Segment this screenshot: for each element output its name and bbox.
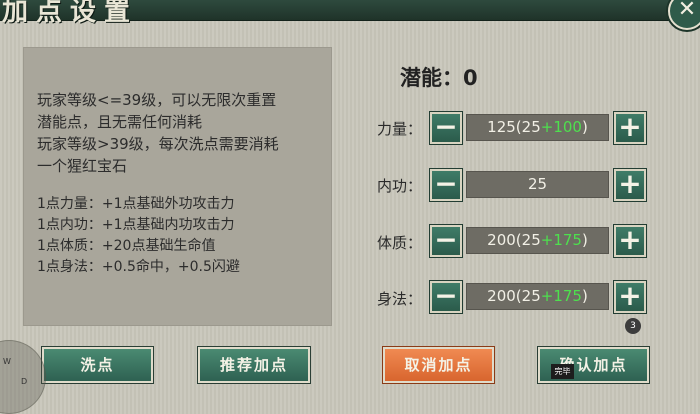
- toast-label: 完毕: [551, 364, 574, 379]
- strength-value: 125(25+100): [466, 114, 609, 141]
- agility-value: 200(25+175): [466, 283, 609, 310]
- strength-minus-button[interactable]: −: [430, 112, 462, 144]
- close-icon: ✕: [677, 0, 697, 22]
- plus-icon: +: [618, 223, 642, 256]
- close-button[interactable]: ✕: [668, 0, 700, 30]
- agility-plus-button[interactable]: +: [614, 281, 646, 313]
- plus-icon: +: [618, 110, 642, 143]
- potential-display: 潜能：0: [400, 62, 478, 92]
- window-title: 加点设置: [2, 0, 139, 27]
- minus-icon: −: [434, 279, 458, 312]
- agility-close: ): [581, 287, 588, 305]
- inner-base: 25: [527, 175, 548, 193]
- info-line: 玩家等级>39级，每次洗点需要消耗: [37, 135, 279, 153]
- info-line: 一个猩红宝石: [37, 157, 128, 175]
- constitution-base: 200(25: [487, 231, 541, 249]
- minus-icon: −: [434, 223, 458, 256]
- info-line: 1点力量：+1点基础外功攻击力: [37, 196, 235, 212]
- inner-minus-button[interactable]: −: [430, 169, 462, 201]
- info-line: 玩家等级<=39级，可以无限次重置: [37, 91, 277, 109]
- agility-minus-button[interactable]: −: [430, 281, 462, 313]
- strength-base: 125(25: [487, 118, 541, 136]
- inner-value: 25: [466, 171, 609, 198]
- agility-bonus: +175: [540, 287, 582, 305]
- minus-icon: −: [434, 110, 458, 143]
- title-bar: 加点设置: [0, 0, 700, 27]
- constitution-plus-button[interactable]: +: [614, 225, 646, 257]
- plus-icon: +: [618, 279, 642, 312]
- wash-points-button[interactable]: 洗点: [42, 347, 153, 383]
- stat-label-strength: 力量：: [377, 120, 423, 138]
- strength-plus-button[interactable]: +: [614, 112, 646, 144]
- stat-label-agility: 身法：: [377, 290, 423, 308]
- constitution-close: ): [581, 231, 588, 249]
- info-line: 潜能点，且无需任何消耗: [37, 113, 203, 131]
- constitution-value: 200(25+175): [466, 227, 609, 254]
- plus-icon: +: [618, 167, 642, 200]
- agility-base: 200(25: [487, 287, 541, 305]
- joystick-w-label: W: [3, 357, 11, 366]
- notification-badge: 3: [625, 318, 641, 334]
- minus-icon: −: [434, 167, 458, 200]
- info-line: 1点内功：+1点基础内功攻击力: [37, 217, 235, 233]
- cancel-points-button[interactable]: 取消加点: [383, 347, 494, 383]
- info-panel: 玩家等级<=39级，可以无限次重置 潜能点，且无需任何消耗 玩家等级>39级，每…: [23, 47, 332, 326]
- potential-label: 潜能：: [400, 66, 463, 90]
- joystick-d-label: D: [21, 377, 28, 386]
- stat-label-inner: 内功：: [377, 177, 423, 195]
- stat-label-constitution: 体质：: [377, 234, 423, 252]
- info-line: 1点身法：+0.5命中，+0.5闪避: [37, 259, 240, 275]
- strength-bonus: +100: [540, 118, 582, 136]
- inner-plus-button[interactable]: +: [614, 169, 646, 201]
- constitution-bonus: +175: [540, 231, 582, 249]
- potential-value: 0: [463, 66, 478, 90]
- constitution-minus-button[interactable]: −: [430, 225, 462, 257]
- strength-close: ): [581, 118, 588, 136]
- virtual-joystick[interactable]: W D: [0, 340, 46, 414]
- recommend-points-button[interactable]: 推荐加点: [198, 347, 310, 383]
- info-line: 1点体质：+20点基础生命值: [37, 238, 216, 254]
